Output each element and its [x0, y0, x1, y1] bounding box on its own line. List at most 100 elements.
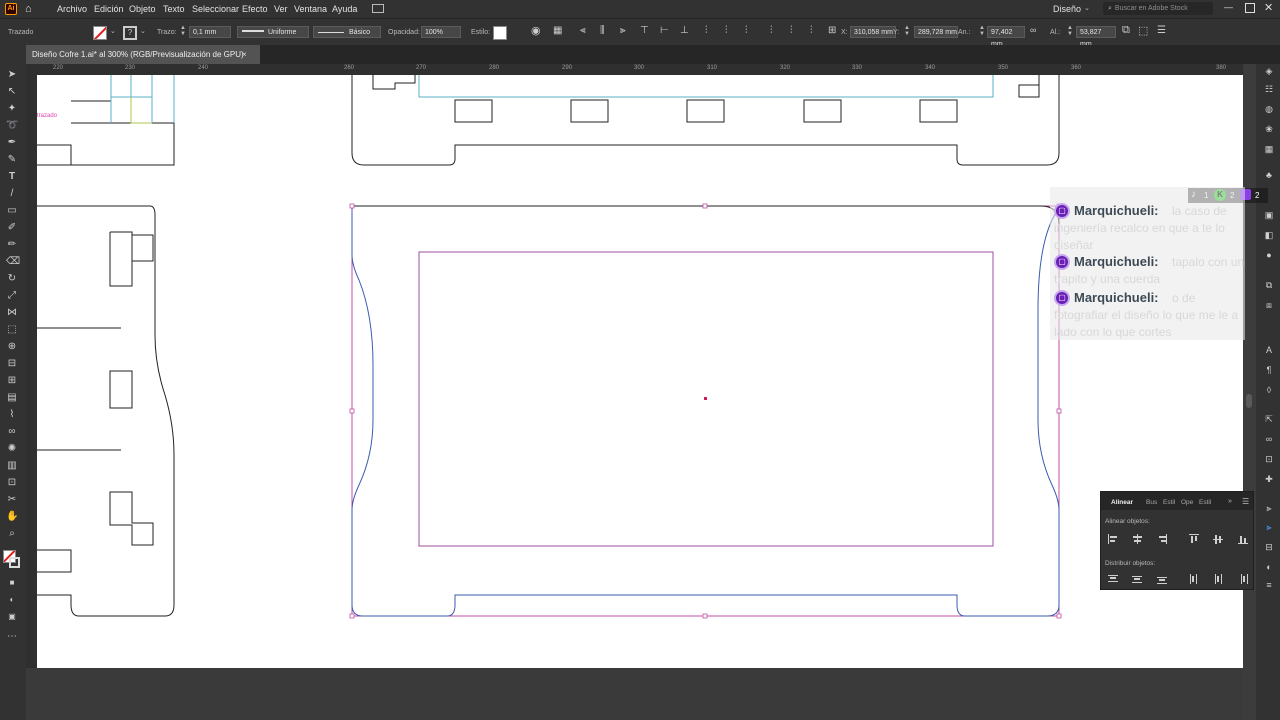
artboard-canvas[interactable]: trazado	[37, 75, 1243, 668]
tab-estilo-caracter[interactable]: Estil	[1199, 499, 1211, 506]
column-graph-tool-icon[interactable]: ▥	[6, 460, 18, 472]
export-icon[interactable]: ⇱	[1264, 414, 1274, 424]
stroke-weight-field[interactable]: 0,1 mm	[189, 26, 231, 38]
align-bottom-icon[interactable]: ⊥	[680, 25, 689, 36]
draw-mode-icon[interactable]: ◐	[6, 594, 18, 606]
height-stepper-icon[interactable]: ▲ ▼	[1067, 25, 1073, 37]
height-field[interactable]: 53,827 mm	[1076, 26, 1116, 48]
globe-icon[interactable]: ◉	[531, 24, 541, 37]
libraries-icon[interactable]: ☷	[1264, 84, 1274, 94]
align-left-icon[interactable]: ⫷	[580, 25, 586, 36]
artboards-icon[interactable]: ⊡	[1264, 454, 1274, 464]
brush-definition-select[interactable]: Básico	[313, 26, 381, 38]
rectangle-tool-icon[interactable]: ▭	[6, 205, 18, 217]
align-vertical-centers-icon[interactable]	[1213, 534, 1223, 544]
fill-swatch[interactable]	[93, 26, 107, 40]
document-tab[interactable]: Diseño Cofre 1.ai* al 300% (RGB/Previsua…	[26, 45, 260, 64]
pen-tool-icon[interactable]: ✒	[6, 137, 18, 149]
chevron-down-icon[interactable]: ⌄	[110, 27, 116, 35]
menu-archivo[interactable]: Archivo	[57, 4, 87, 14]
transform-icon[interactable]: ⧉	[1122, 24, 1130, 37]
illustrator-logo-icon[interactable]: Ai	[5, 3, 17, 15]
transparency-icon[interactable]: ◐	[1264, 562, 1274, 572]
screen-mode-icon[interactable]: ▣	[6, 611, 18, 623]
lasso-tool-icon[interactable]: ➰	[6, 120, 18, 132]
color-mode-icon[interactable]: ■	[6, 577, 18, 589]
distribute-icon[interactable]: ⫶	[810, 25, 813, 36]
shape-builder-tool-icon[interactable]: ⊕	[6, 341, 18, 353]
asset-export-icon[interactable]: ✚	[1264, 474, 1274, 484]
home-icon[interactable]: ⌂	[25, 3, 37, 15]
selection-tool-icon[interactable]: ➤	[6, 69, 18, 81]
stroke-swatch[interactable]: ?	[123, 26, 137, 40]
align-bottom-edges-icon[interactable]	[1238, 534, 1248, 544]
distribute-horizontal-centers-icon[interactable]	[1213, 574, 1223, 584]
align-vcenter-icon[interactable]: ⊢	[660, 25, 669, 36]
layers-icon[interactable]: ◈	[1264, 66, 1274, 76]
y-stepper-icon[interactable]: ▲ ▼	[904, 25, 910, 37]
eyedropper-tool-icon[interactable]: ⌇	[6, 409, 18, 421]
pathfinder-panel-icon[interactable]: ⊟	[1264, 542, 1274, 552]
expand-icon[interactable]: »	[1228, 498, 1232, 505]
character-icon[interactable]: A	[1264, 345, 1274, 355]
chevron-down-icon[interactable]: ⌄	[140, 27, 146, 35]
distribute-left-edges-icon[interactable]	[1189, 574, 1199, 584]
menu-objeto[interactable]: Objeto	[129, 4, 156, 14]
rotate-tool-icon[interactable]: ↻	[6, 273, 18, 285]
minimize-button[interactable]: —	[1224, 2, 1233, 12]
color-icon[interactable]: ◍	[1264, 104, 1274, 114]
tab-opentype[interactable]: Ope	[1181, 499, 1193, 506]
direct-selection-tool-icon[interactable]: ↖	[6, 86, 18, 98]
distribute-top-edges-icon[interactable]	[1108, 574, 1118, 584]
distribute-icon[interactable]: ⫶	[725, 25, 728, 36]
distribute-bottom-edges-icon[interactable]	[1157, 574, 1167, 584]
menu-ver[interactable]: Ver	[274, 4, 288, 14]
width-field[interactable]: 97,402 mm	[987, 26, 1025, 48]
close-tab-icon[interactable]: ×	[242, 45, 247, 64]
eraser-tool-icon[interactable]: ⌫	[6, 256, 20, 268]
align-left-edges-icon[interactable]	[1108, 534, 1118, 544]
type-tool-icon[interactable]: T	[6, 171, 18, 183]
x-position-field[interactable]: 310,058 mm	[850, 26, 896, 38]
blend-tool-icon[interactable]: ∞	[6, 426, 18, 438]
paintbrush-tool-icon[interactable]: ✐	[6, 222, 18, 234]
color-guide-icon[interactable]: ❀	[1264, 124, 1274, 134]
menu-seleccionar[interactable]: Seleccionar	[192, 4, 239, 14]
free-transform-tool-icon[interactable]: ⬚	[6, 324, 18, 336]
brushes-icon[interactable]: ♣	[1264, 170, 1274, 180]
slice-tool-icon[interactable]: ✂	[6, 494, 18, 506]
align-right-icon[interactable]: ⫸	[620, 25, 626, 36]
zoom-tool-icon[interactable]: ⌕	[6, 528, 18, 540]
shaper-tool-icon[interactable]: ✏	[6, 239, 18, 251]
paragraph-icon[interactable]: ¶	[1264, 365, 1274, 375]
width-tool-icon[interactable]: ⋈	[6, 307, 18, 319]
align-top-edges-icon[interactable]	[1189, 534, 1199, 544]
artwork[interactable]: trazado	[37, 75, 1243, 668]
symbol-sprayer-tool-icon[interactable]: ✺	[6, 443, 18, 455]
distribute-right-edges-icon[interactable]	[1238, 574, 1248, 584]
link-icon[interactable]: ∞	[1030, 25, 1036, 35]
search-stock-field[interactable]: ⌕ Buscar en Adobe Stock	[1103, 2, 1213, 15]
appearance-icon[interactable]: ●	[1264, 250, 1274, 260]
magic-wand-tool-icon[interactable]: ✦	[6, 103, 18, 115]
menu-texto[interactable]: Texto	[163, 4, 185, 14]
gradient-tool-icon[interactable]: ▤	[6, 392, 18, 404]
align-panel-active-icon[interactable]: ⫸	[1264, 522, 1274, 532]
tab-buscatrazos[interactable]: Bus	[1146, 499, 1157, 506]
curvature-tool-icon[interactable]: ✎	[6, 154, 18, 166]
y-position-field[interactable]: 289,728 mm	[914, 26, 958, 38]
maximize-button[interactable]	[1245, 3, 1255, 13]
menu-edicion[interactable]: Edición	[94, 4, 124, 14]
distribute-icon[interactable]: ⫶	[770, 25, 773, 36]
opentype-icon[interactable]: ◊	[1264, 385, 1274, 395]
scale-tool-icon[interactable]: ⤢	[6, 290, 18, 302]
transform-icon[interactable]: ⧉	[1264, 280, 1274, 290]
align-hcenter-icon[interactable]: ⫼	[600, 25, 605, 36]
tab-alinear[interactable]: Alinear	[1111, 499, 1133, 506]
close-button[interactable]: ✕	[1264, 1, 1273, 14]
distribute-icon[interactable]: ⫶	[705, 25, 708, 36]
align-top-icon[interactable]: ⊤	[640, 25, 649, 36]
recolor-artwork-icon[interactable]: ▦	[553, 25, 562, 36]
mesh-tool-icon[interactable]: ⊞	[6, 375, 18, 387]
panel-menu-icon[interactable]: ☰	[1157, 25, 1166, 36]
